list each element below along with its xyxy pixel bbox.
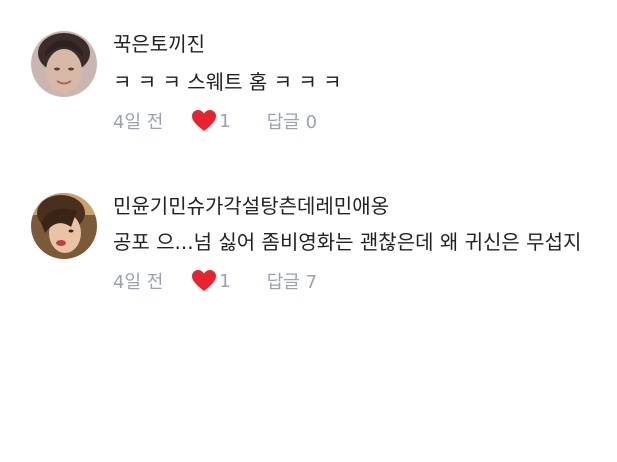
avatar[interactable] — [31, 193, 97, 259]
comment-meta: 4일 전 1 답글 7 — [113, 268, 597, 294]
like-button[interactable]: 1 — [191, 269, 231, 293]
comment-meta: 4일 전 1 답글 0 — [113, 108, 597, 134]
like-count: 1 — [219, 110, 231, 132]
heart-icon — [192, 110, 217, 131]
comment-body: 꾹은토끼진 ㅋ ㅋ ㅋ 스웨트 홈 ㅋ ㅋ ㅋ 4일 전 1 답글 0 — [113, 32, 597, 134]
reply-count: 0 — [305, 112, 318, 133]
comment-body: 민윤기민슈가각설탕츤데레민애옹 공포 으...넘 싫어 좀비영화는 괜찮은데 왜… — [113, 194, 597, 294]
timestamp: 4일 전 — [113, 272, 164, 293]
username[interactable]: 민윤기민슈가각설탕츤데레민애옹 — [113, 194, 597, 218]
comment-text: ㅋ ㅋ ㅋ 스웨트 홈 ㅋ ㅋ ㅋ — [113, 70, 342, 94]
timestamp: 4일 전 — [113, 112, 164, 133]
like-count: 1 — [219, 270, 231, 292]
reply-button[interactable]: 답글 7 — [267, 268, 317, 294]
avatar[interactable] — [31, 31, 97, 97]
reply-label: 답글 — [266, 272, 300, 293]
username[interactable]: 꾹은토끼진 — [113, 32, 597, 56]
reply-label: 답글 — [266, 112, 300, 133]
comment-text: 공포 으...넘 싫어 좀비영화는 괜찮은데 왜 귀신은 무섭지 — [113, 230, 582, 254]
like-button[interactable]: 1 — [191, 109, 231, 133]
reply-count: 7 — [305, 272, 318, 293]
avatar-image — [31, 193, 97, 259]
reply-button[interactable]: 답글 0 — [267, 108, 317, 134]
heart-icon — [192, 270, 217, 291]
avatar-image — [31, 31, 97, 97]
